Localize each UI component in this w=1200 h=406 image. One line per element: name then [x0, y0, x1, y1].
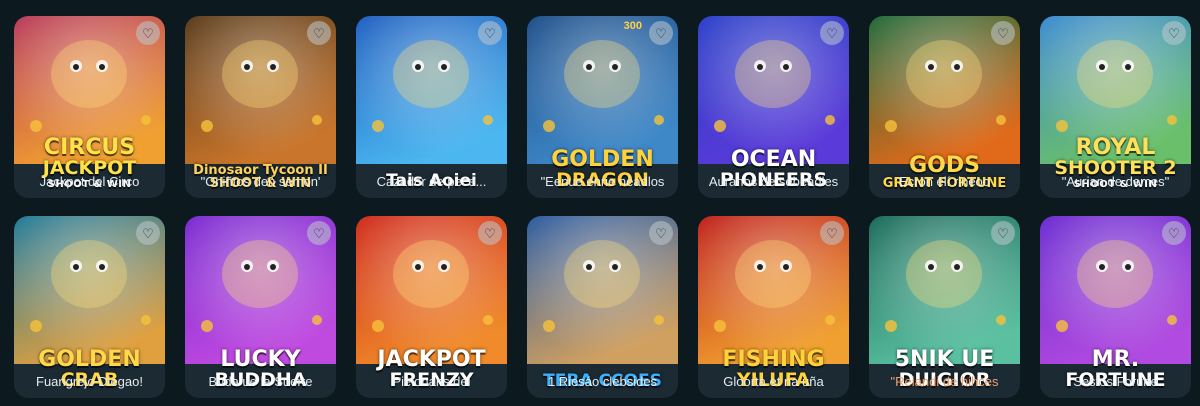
game-card-crab[interactable]: GOLDEN CRAB ♡ Fuangrejo Diegao! — [14, 216, 165, 398]
heart-icon[interactable]: ♡ — [307, 21, 331, 45]
heart-icon[interactable]: ♡ — [1162, 221, 1186, 245]
game-title[interactable]: Jackpot del Circo — [14, 164, 165, 198]
heart-icon[interactable]: ♡ — [1162, 21, 1186, 45]
heart-icon[interactable]: ♡ — [649, 221, 673, 245]
game-title[interactable]: Buda ue la Suerte — [185, 364, 336, 398]
game-title[interactable]: Gloorta et na uña — [698, 364, 849, 398]
game-title[interactable]: Sestos Forurle — [1040, 364, 1191, 398]
heart-icon[interactable]: ♡ — [820, 21, 844, 45]
game-logo-line: ROYAL — [1075, 135, 1156, 160]
game-card-tera[interactable]: TERA CCOES ♡ 1 Riesáo clebsides — [527, 216, 678, 398]
game-card-gods[interactable]: GODS GRANT FORTUNE ♡ Ecron elí rineoo — [869, 16, 1020, 198]
game-grid: CIRCUS JACKPOT SHOOT & WIN ♡ Jackpot del Cir… — [0, 0, 1200, 406]
heart-icon[interactable]: ♡ — [136, 21, 160, 45]
heart-icon[interactable]: ♡ — [820, 221, 844, 245]
game-title[interactable]: Pielonans del — [356, 364, 507, 398]
heart-icon[interactable]: ♡ — [478, 21, 502, 45]
multiplier-badge: 300 — [623, 20, 642, 32]
game-card-circus[interactable]: CIRCUS JACKPOT SHOOT & WIN ♡ Jackpot del Cir… — [14, 16, 165, 198]
heart-icon[interactable]: ♡ — [991, 221, 1015, 245]
game-card-ocean[interactable]: OCEAN PIONEERS ♡ Auranos de sebeadles — [698, 16, 849, 198]
game-card-buddha[interactable]: LUCKY BUDDHA ♡ Buda ue la Suerte — [185, 216, 336, 398]
game-card-frenzy[interactable]: JACKPOT FRENZY ♡ Pielonans del — [356, 216, 507, 398]
game-card-shark[interactable]: Tais Aoiei ♡ Cazador de pece... — [356, 16, 507, 198]
heart-icon[interactable]: ♡ — [307, 221, 331, 245]
game-title[interactable]: Fuangrejo Diegao! — [14, 364, 165, 398]
game-card-dragon[interactable]: GOLDEN DRAGON 300 ♡ "Eenue enrie nėadlos — [527, 16, 678, 198]
game-title[interactable]: "Oniñtos den semon' — [185, 164, 336, 198]
game-card-royal[interactable]: ROYAL SHOOTER 2 SHOOT & WIN ♡ "Aurian de dem… — [1040, 16, 1191, 198]
game-title[interactable]: Cazador de pece... — [356, 164, 507, 198]
game-title[interactable]: Ecron elí rineoo — [869, 164, 1020, 198]
heart-icon[interactable]: ♡ — [991, 21, 1015, 45]
heart-icon[interactable]: ♡ — [136, 221, 160, 245]
game-card-snike[interactable]: 5NIK UE DUIGIOR ♡ "Reiandi de hihces — [869, 216, 1020, 398]
game-title[interactable]: Auranos de sebeadles — [698, 164, 849, 198]
heart-icon[interactable]: ♡ — [478, 221, 502, 245]
game-card-fishing[interactable]: FISHING YILUFA ♡ Gloorta et na uña — [698, 216, 849, 398]
game-card-dino[interactable]: Dinosaor Tycoon II SHOOT & WIN ♡ "Oniñtos d… — [185, 16, 336, 198]
game-title[interactable]: "Eenue enrie nėadlos — [527, 164, 678, 198]
heart-icon[interactable]: ♡ — [649, 21, 673, 45]
game-logo-line: CIRCUS — [43, 135, 136, 160]
game-title[interactable]: "Aurian de demes" — [1040, 164, 1191, 198]
game-title[interactable]: 1 Riesáo clebsides — [527, 364, 678, 398]
game-title[interactable]: "Reiandi de hihces — [869, 364, 1020, 398]
game-card-mrfortune[interactable]: MR. FORTUNE ♡ Sestos Forurle — [1040, 216, 1191, 398]
